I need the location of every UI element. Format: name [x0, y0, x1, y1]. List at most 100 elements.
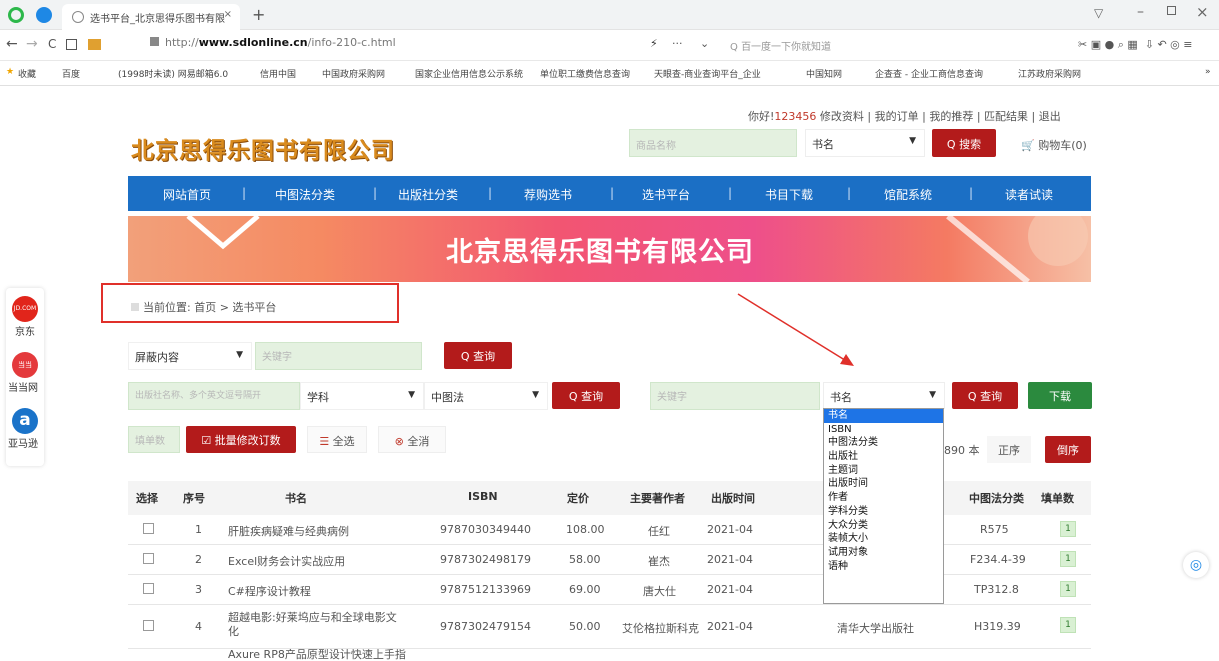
- search-type-select[interactable]: 书名 ▼: [805, 129, 925, 157]
- download-button[interactable]: 下载: [1028, 382, 1092, 409]
- url-field[interactable]: http://www.sdlonline.cn/info-210-c.html: [150, 36, 570, 55]
- forward-icon[interactable]: →: [26, 36, 38, 52]
- dropdown-option[interactable]: 装帧大小: [824, 532, 943, 546]
- toolbar-icons[interactable]: ✂ ▣ ● ⌕ ▦ ⇩ ↶ ◎ ≡: [1078, 38, 1192, 52]
- new-tab-button[interactable]: +: [252, 5, 265, 24]
- bookmark-0[interactable]: 收藏: [18, 67, 36, 80]
- row-isbn: 9787302479154: [440, 620, 531, 633]
- row-checkbox[interactable]: [143, 620, 154, 631]
- sort-desc-button[interactable]: 倒序: [1045, 436, 1091, 463]
- row-qty[interactable]: 1: [1060, 521, 1076, 537]
- query-button-1[interactable]: Q 查询: [444, 342, 512, 369]
- window-close-icon[interactable]: ×: [1196, 3, 1209, 21]
- dropdown-option[interactable]: 主题词: [824, 464, 943, 478]
- query-button-2[interactable]: Q 查询: [552, 382, 620, 409]
- row-checkbox[interactable]: [143, 583, 154, 594]
- browser-home-icon[interactable]: [36, 7, 52, 23]
- nav-trial[interactable]: 读者试读: [1005, 186, 1053, 203]
- dropdown-option[interactable]: 中图法分类: [824, 436, 943, 450]
- bookmark-2[interactable]: (1998时未读) 网易邮箱6.0: [118, 67, 228, 80]
- nav-clc[interactable]: 中图法分类: [275, 186, 335, 203]
- fill-count-input[interactable]: 填单数: [128, 426, 180, 453]
- site-logo[interactable]: 北京思得乐图书有限公司: [131, 131, 395, 165]
- extension-icon[interactable]: [88, 39, 101, 50]
- row-title[interactable]: Axure RP8产品原型设计快速上手指: [228, 649, 406, 661]
- search-type-value: 书名: [812, 138, 834, 151]
- field-select[interactable]: 书名 ▼: [823, 382, 945, 409]
- product-search-input[interactable]: 商品名称: [629, 129, 797, 157]
- dropdown-option[interactable]: 学科分类: [824, 505, 943, 519]
- jd-link[interactable]: JD.COM 京东: [10, 296, 40, 338]
- nav-library[interactable]: 馆配系统: [884, 186, 932, 203]
- nav-download[interactable]: 书目下载: [765, 186, 813, 203]
- account-links[interactable]: 修改资料 | 我的订单 | 我的推荐 | 匹配结果 | 退出: [820, 110, 1061, 123]
- block-content-value: 屏蔽内容: [135, 351, 179, 364]
- keyword-input[interactable]: 关键字: [255, 342, 422, 370]
- window-minimize-icon[interactable]: –: [1137, 4, 1144, 20]
- block-content-select[interactable]: 屏蔽内容 ▼: [128, 342, 252, 370]
- clear-all-button[interactable]: ⊗ 全消: [378, 426, 446, 453]
- window-maximize-icon[interactable]: [1167, 6, 1176, 15]
- browser-search-icon: Q: [730, 42, 742, 53]
- row-title[interactable]: Excel财务会计实战应用: [228, 553, 345, 569]
- username[interactable]: 123456: [774, 110, 816, 123]
- dropdown-icon[interactable]: ⌄: [700, 37, 709, 50]
- bookmark-10[interactable]: 江苏政府采购网: [1018, 67, 1081, 80]
- reload-icon[interactable]: C: [48, 37, 56, 51]
- row-title[interactable]: 超越电影:好莱坞应与和全球电影文化: [228, 611, 406, 639]
- bookmark-5[interactable]: 国家企业信用信息公示系统: [415, 67, 523, 80]
- cart-link[interactable]: 🛒 购物车(0): [1021, 137, 1087, 153]
- dropdown-option[interactable]: 作者: [824, 491, 943, 505]
- dropdown-option[interactable]: 语种: [824, 560, 943, 574]
- batch-edit-button[interactable]: ☑ 批量修改订数: [186, 426, 296, 453]
- tab-close-icon[interactable]: ×: [224, 9, 232, 20]
- row-checkbox[interactable]: [143, 553, 154, 564]
- browser-tab[interactable]: 选书平台_北京思得乐图书有限 ×: [62, 4, 240, 30]
- row-qty[interactable]: 1: [1060, 551, 1076, 567]
- subject-select[interactable]: 学科 ▼: [300, 382, 424, 410]
- clc-select[interactable]: 中图法 ▼: [424, 382, 548, 410]
- bookmark-7[interactable]: 天眼查-商业查询平台_企业: [654, 67, 761, 80]
- select-all-button[interactable]: ☰ 全选: [307, 426, 367, 453]
- amazon-link[interactable]: a 亚马逊: [8, 408, 40, 450]
- back-icon[interactable]: ←: [6, 36, 18, 52]
- row-title[interactable]: C#程序设计教程: [228, 583, 311, 599]
- query-button-3[interactable]: Q 查询: [952, 382, 1018, 409]
- dropdown-option[interactable]: ISBN: [824, 423, 943, 437]
- browser-search-field[interactable]: Q 百一度一下你就知道: [730, 38, 980, 55]
- bookmark-1[interactable]: 百度: [62, 67, 80, 80]
- dropdown-option[interactable]: 出版社: [824, 450, 943, 464]
- bookmarks-overflow-icon[interactable]: »: [1205, 67, 1211, 77]
- nav-separator: |: [373, 186, 378, 200]
- sort-asc-button[interactable]: 正序: [987, 436, 1031, 463]
- nav-select-platform[interactable]: 选书平台: [642, 186, 690, 203]
- bookmark-9[interactable]: 企查查 - 企业工商信息查询: [875, 67, 983, 80]
- dropdown-option[interactable]: 试用对象: [824, 546, 943, 560]
- dropdown-option[interactable]: 大众分类: [824, 519, 943, 533]
- row-qty[interactable]: 1: [1060, 617, 1076, 633]
- publisher-input[interactable]: 出版社名称、多个英文逗号隔开: [128, 382, 300, 410]
- bookmark-3[interactable]: 信用中国: [260, 67, 296, 80]
- dropdown-option[interactable]: 出版时间: [824, 477, 943, 491]
- bookmark-6[interactable]: 单位职工缴费信息查询: [540, 67, 630, 80]
- row-index: 1: [195, 523, 202, 536]
- breadcrumb-text[interactable]: 当前位置: 首页 > 选书平台: [143, 301, 276, 314]
- window-menu-icon[interactable]: ▽: [1094, 6, 1103, 20]
- row-isbn: 9787512133969: [440, 583, 531, 596]
- row-title[interactable]: 肝脏疾病疑难与经典病例: [228, 523, 349, 539]
- nav-recommend[interactable]: 荐购选书: [524, 186, 572, 203]
- lightning-icon[interactable]: ⚡: [650, 37, 658, 50]
- home-icon[interactable]: [66, 39, 77, 50]
- bookmark-8[interactable]: 中国知网: [806, 67, 842, 80]
- search-button[interactable]: Q 搜索: [932, 129, 996, 157]
- row-qty[interactable]: 1: [1060, 581, 1076, 597]
- bookmark-4[interactable]: 中国政府采购网: [322, 67, 385, 80]
- dangdang-link[interactable]: 当当 当当网: [8, 352, 40, 394]
- more-icon[interactable]: ···: [672, 37, 683, 50]
- keyword-input-2[interactable]: 关键字: [650, 382, 820, 410]
- dropdown-option[interactable]: 书名: [824, 409, 943, 423]
- nav-publisher[interactable]: 出版社分类: [398, 186, 458, 203]
- row-checkbox[interactable]: [143, 523, 154, 534]
- floating-assistant-icon[interactable]: ◎: [1183, 552, 1209, 578]
- nav-home[interactable]: 网站首页: [163, 186, 211, 203]
